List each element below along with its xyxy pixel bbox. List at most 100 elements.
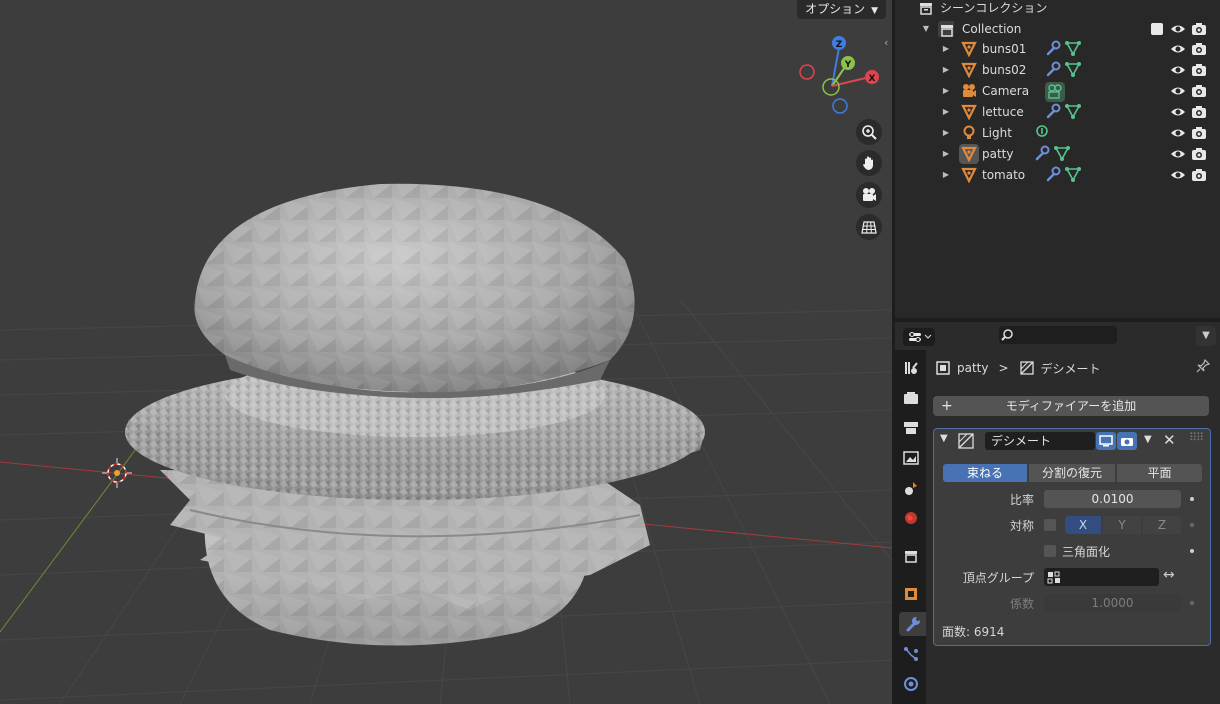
outliner-item-buns02[interactable]: ▶ buns02 <box>895 59 1220 80</box>
camera-data-icon[interactable] <box>1045 82 1065 102</box>
sidebar-toggle-icon[interactable]: ‹ <box>884 36 892 49</box>
add-modifier-button[interactable]: + モディファイアーを追加 <box>933 396 1209 416</box>
mode-unsubdivide-button[interactable]: 分割の復元 <box>1029 464 1115 482</box>
render-camera-icon[interactable] <box>1191 125 1207 141</box>
editor-type-dropdown[interactable] <box>903 328 935 346</box>
modifier-menu-chevron-icon[interactable]: ▼ <box>1144 434 1152 445</box>
camera-view-button[interactable] <box>856 182 882 208</box>
tab-tool[interactable] <box>899 356 923 380</box>
render-camera-icon[interactable] <box>1191 62 1207 78</box>
scene-collection-row[interactable]: シーンコレクション <box>895 0 1220 18</box>
drag-handle-icon[interactable]: ⠿⠿ <box>1189 431 1204 444</box>
show-render-toggle[interactable] <box>1117 432 1137 450</box>
wrench-icon[interactable] <box>1034 145 1050 161</box>
expand-arrow-icon[interactable]: ▶ <box>941 128 951 137</box>
visibility-eye-icon[interactable] <box>1170 125 1186 141</box>
tab-world[interactable] <box>899 506 923 530</box>
mesh-data-icon[interactable] <box>1054 145 1070 161</box>
symmetry-axis-x[interactable]: X <box>1065 516 1101 534</box>
tab-output[interactable] <box>899 416 923 440</box>
expand-arrow-icon[interactable]: ▼ <box>921 24 931 33</box>
tab-scene[interactable] <box>899 476 923 500</box>
render-camera-icon[interactable] <box>1191 21 1207 37</box>
mesh-data-icon[interactable] <box>1065 103 1081 119</box>
render-camera-icon[interactable] <box>1191 104 1207 120</box>
mesh-data-icon[interactable] <box>1065 166 1081 182</box>
outliner-item-lettuce[interactable]: ▶ lettuce <box>895 101 1220 122</box>
header-options-dropdown[interactable]: ▼ <box>1196 326 1216 346</box>
viewport-scene[interactable]: Z Y X <box>0 0 892 704</box>
triangulate-checkbox[interactable] <box>1044 545 1056 557</box>
visibility-eye-icon[interactable] <box>1170 21 1186 37</box>
mode-planar-button[interactable]: 平面 <box>1117 464 1202 482</box>
visibility-eye-icon[interactable] <box>1170 83 1186 99</box>
tab-object[interactable] <box>899 582 923 606</box>
view-layer-icon <box>903 451 919 465</box>
tab-particles[interactable] <box>899 642 923 666</box>
mode-collapse-button[interactable]: 束ねる <box>943 464 1027 482</box>
pin-icon[interactable] <box>1196 359 1210 373</box>
hand-pan-icon <box>863 156 873 170</box>
tab-render[interactable] <box>899 386 923 410</box>
outliner-item-camera[interactable]: ▶ Camera <box>895 80 1220 102</box>
properties-editor[interactable]: ▼ patty > デシメート + モディファイアーを追加 ▼ デシメート ▼ … <box>895 322 1220 704</box>
outliner-item-tomato[interactable]: ▶ tomato <box>895 164 1220 185</box>
visibility-eye-icon[interactable] <box>1170 62 1186 78</box>
tab-view-layer[interactable] <box>899 446 923 470</box>
options-dropdown[interactable]: オプション ▼ <box>797 0 886 19</box>
add-modifier-label: モディファイアーを追加 <box>1005 399 1137 413</box>
light-data-icon[interactable] <box>1034 124 1050 140</box>
mesh-data-icon[interactable] <box>1065 61 1081 77</box>
expand-arrow-icon[interactable]: ▶ <box>941 107 951 116</box>
render-camera-icon[interactable] <box>1191 41 1207 57</box>
render-camera-icon[interactable] <box>1191 146 1207 162</box>
expand-arrow-icon[interactable]: ▶ <box>941 170 951 179</box>
tab-physics[interactable] <box>899 672 923 696</box>
keyframe-dot-icon[interactable] <box>1190 549 1194 553</box>
wrench-icon[interactable] <box>1045 40 1061 56</box>
ratio-slider[interactable]: 0.0100 <box>1044 490 1181 508</box>
visibility-eye-icon[interactable] <box>1170 41 1186 57</box>
expand-arrow-icon[interactable]: ▶ <box>941 149 951 158</box>
symmetry-checkbox[interactable] <box>1044 519 1056 531</box>
outliner-item-light[interactable]: ▶ Light <box>895 122 1220 143</box>
exclude-checkbox[interactable] <box>1151 22 1163 35</box>
vertex-group-field[interactable] <box>1044 568 1159 586</box>
outliner-item-patty[interactable]: ▶ patty <box>895 143 1220 164</box>
burger-model[interactable] <box>125 183 705 646</box>
properties-search-input[interactable] <box>999 326 1117 344</box>
render-camera-icon[interactable] <box>1191 167 1207 183</box>
perspective-toggle-button[interactable] <box>856 214 882 240</box>
wrench-icon[interactable] <box>1045 61 1061 77</box>
3d-cursor[interactable] <box>102 458 132 488</box>
visibility-eye-icon[interactable] <box>1170 104 1186 120</box>
zoom-button[interactable] <box>856 119 882 145</box>
expand-arrow-icon[interactable]: ▶ <box>941 86 951 95</box>
3d-viewport[interactable]: Z Y X オプション ▼ ‹ <box>0 0 892 704</box>
visibility-eye-icon[interactable] <box>1170 146 1186 162</box>
visibility-eye-icon[interactable] <box>1170 167 1186 183</box>
mesh-data-icon[interactable] <box>1065 40 1081 56</box>
tab-modifiers[interactable] <box>899 612 926 636</box>
keyframe-dot-icon[interactable] <box>1190 523 1194 527</box>
outliner-item-buns01[interactable]: ▶ buns01 <box>895 38 1220 59</box>
tab-collection[interactable] <box>899 544 923 568</box>
keyframe-dot-icon[interactable] <box>1190 497 1194 501</box>
expand-arrow-icon[interactable]: ▶ <box>941 44 951 53</box>
factor-slider[interactable]: 1.0000 <box>1044 594 1181 612</box>
collapse-chevron-icon[interactable]: ▼ <box>940 433 948 444</box>
outliner-panel[interactable]: シーンコレクション ▼ Collection ▶ buns01 ▶ buns02 ▶ Ca… <box>895 0 1220 318</box>
wrench-icon[interactable] <box>1045 166 1061 182</box>
expand-arrow-icon[interactable]: ▶ <box>941 65 951 74</box>
remove-modifier-icon[interactable]: ✕ <box>1163 431 1176 449</box>
show-viewport-toggle[interactable] <box>1096 432 1116 450</box>
keyframe-dot-icon[interactable] <box>1190 601 1194 605</box>
wrench-icon[interactable] <box>1045 103 1061 119</box>
collection-row[interactable]: ▼ Collection <box>895 18 1220 39</box>
pan-button[interactable] <box>856 150 882 176</box>
symmetry-axis-z[interactable]: Z <box>1143 516 1181 534</box>
symmetry-axis-y[interactable]: Y <box>1103 516 1141 534</box>
invert-arrows-icon[interactable]: ↔ <box>1163 567 1175 583</box>
render-camera-icon[interactable] <box>1191 83 1207 99</box>
modifier-name-field[interactable]: デシメート <box>985 432 1095 450</box>
